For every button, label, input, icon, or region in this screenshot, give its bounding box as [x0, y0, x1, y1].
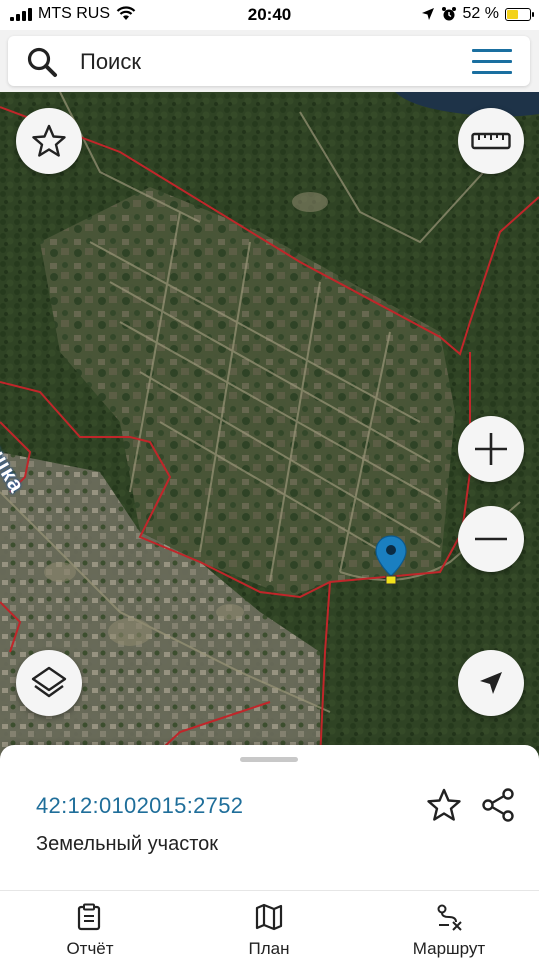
status-bar: MTS RUS 20:40 52 %	[0, 0, 539, 30]
favorite-button[interactable]	[16, 108, 82, 174]
tab-plan[interactable]: План	[199, 891, 339, 960]
layers-icon	[31, 666, 67, 698]
menu-icon[interactable]	[472, 49, 512, 75]
ruler-icon	[471, 132, 511, 150]
tab-plan-label: План	[248, 939, 290, 958]
zoom-in-button[interactable]	[458, 416, 524, 482]
sheet-drag-handle[interactable]	[240, 757, 298, 762]
location-marker-icon[interactable]	[374, 534, 408, 586]
search-placeholder: Поиск	[80, 49, 141, 74]
map-view[interactable]: нушка	[0, 92, 539, 760]
map-icon	[255, 903, 283, 931]
share-icon[interactable]	[480, 787, 516, 823]
location-arrow-icon	[421, 8, 434, 20]
favorite-star-icon[interactable]	[426, 787, 462, 823]
battery-icon	[505, 7, 534, 21]
cadastral-number[interactable]: 42:12:0102015:2752	[36, 793, 243, 819]
alarm-icon	[441, 7, 456, 21]
search-header: Поиск	[0, 30, 539, 92]
tab-route-label: Маршрут	[412, 939, 486, 958]
layers-button[interactable]	[16, 650, 82, 716]
search-icon	[27, 47, 57, 77]
battery-percent: 52 %	[462, 5, 499, 22]
bottom-tab-bar: Отчёт План Маршрут	[0, 890, 539, 960]
tab-route[interactable]: Маршрут	[379, 891, 519, 960]
star-icon	[32, 124, 66, 157]
plus-icon	[475, 433, 507, 465]
tab-report[interactable]: Отчёт	[20, 891, 160, 960]
parcel-info-sheet[interactable]: 42:12:0102015:2752 Земельный участок	[0, 745, 539, 890]
minus-icon	[475, 537, 507, 541]
status-right: 52 %	[421, 5, 534, 23]
route-icon	[437, 904, 462, 931]
search-input[interactable]: Поиск	[8, 36, 530, 86]
satellite-imagery	[0, 92, 539, 760]
parcel-type-label: Земельный участок	[36, 833, 219, 855]
locate-button[interactable]	[458, 650, 524, 716]
navigation-arrow-icon	[480, 672, 502, 694]
zoom-out-button[interactable]	[458, 506, 524, 572]
tab-report-label: Отчёт	[66, 939, 114, 958]
clipboard-icon	[77, 903, 101, 931]
ruler-button[interactable]	[458, 108, 524, 174]
